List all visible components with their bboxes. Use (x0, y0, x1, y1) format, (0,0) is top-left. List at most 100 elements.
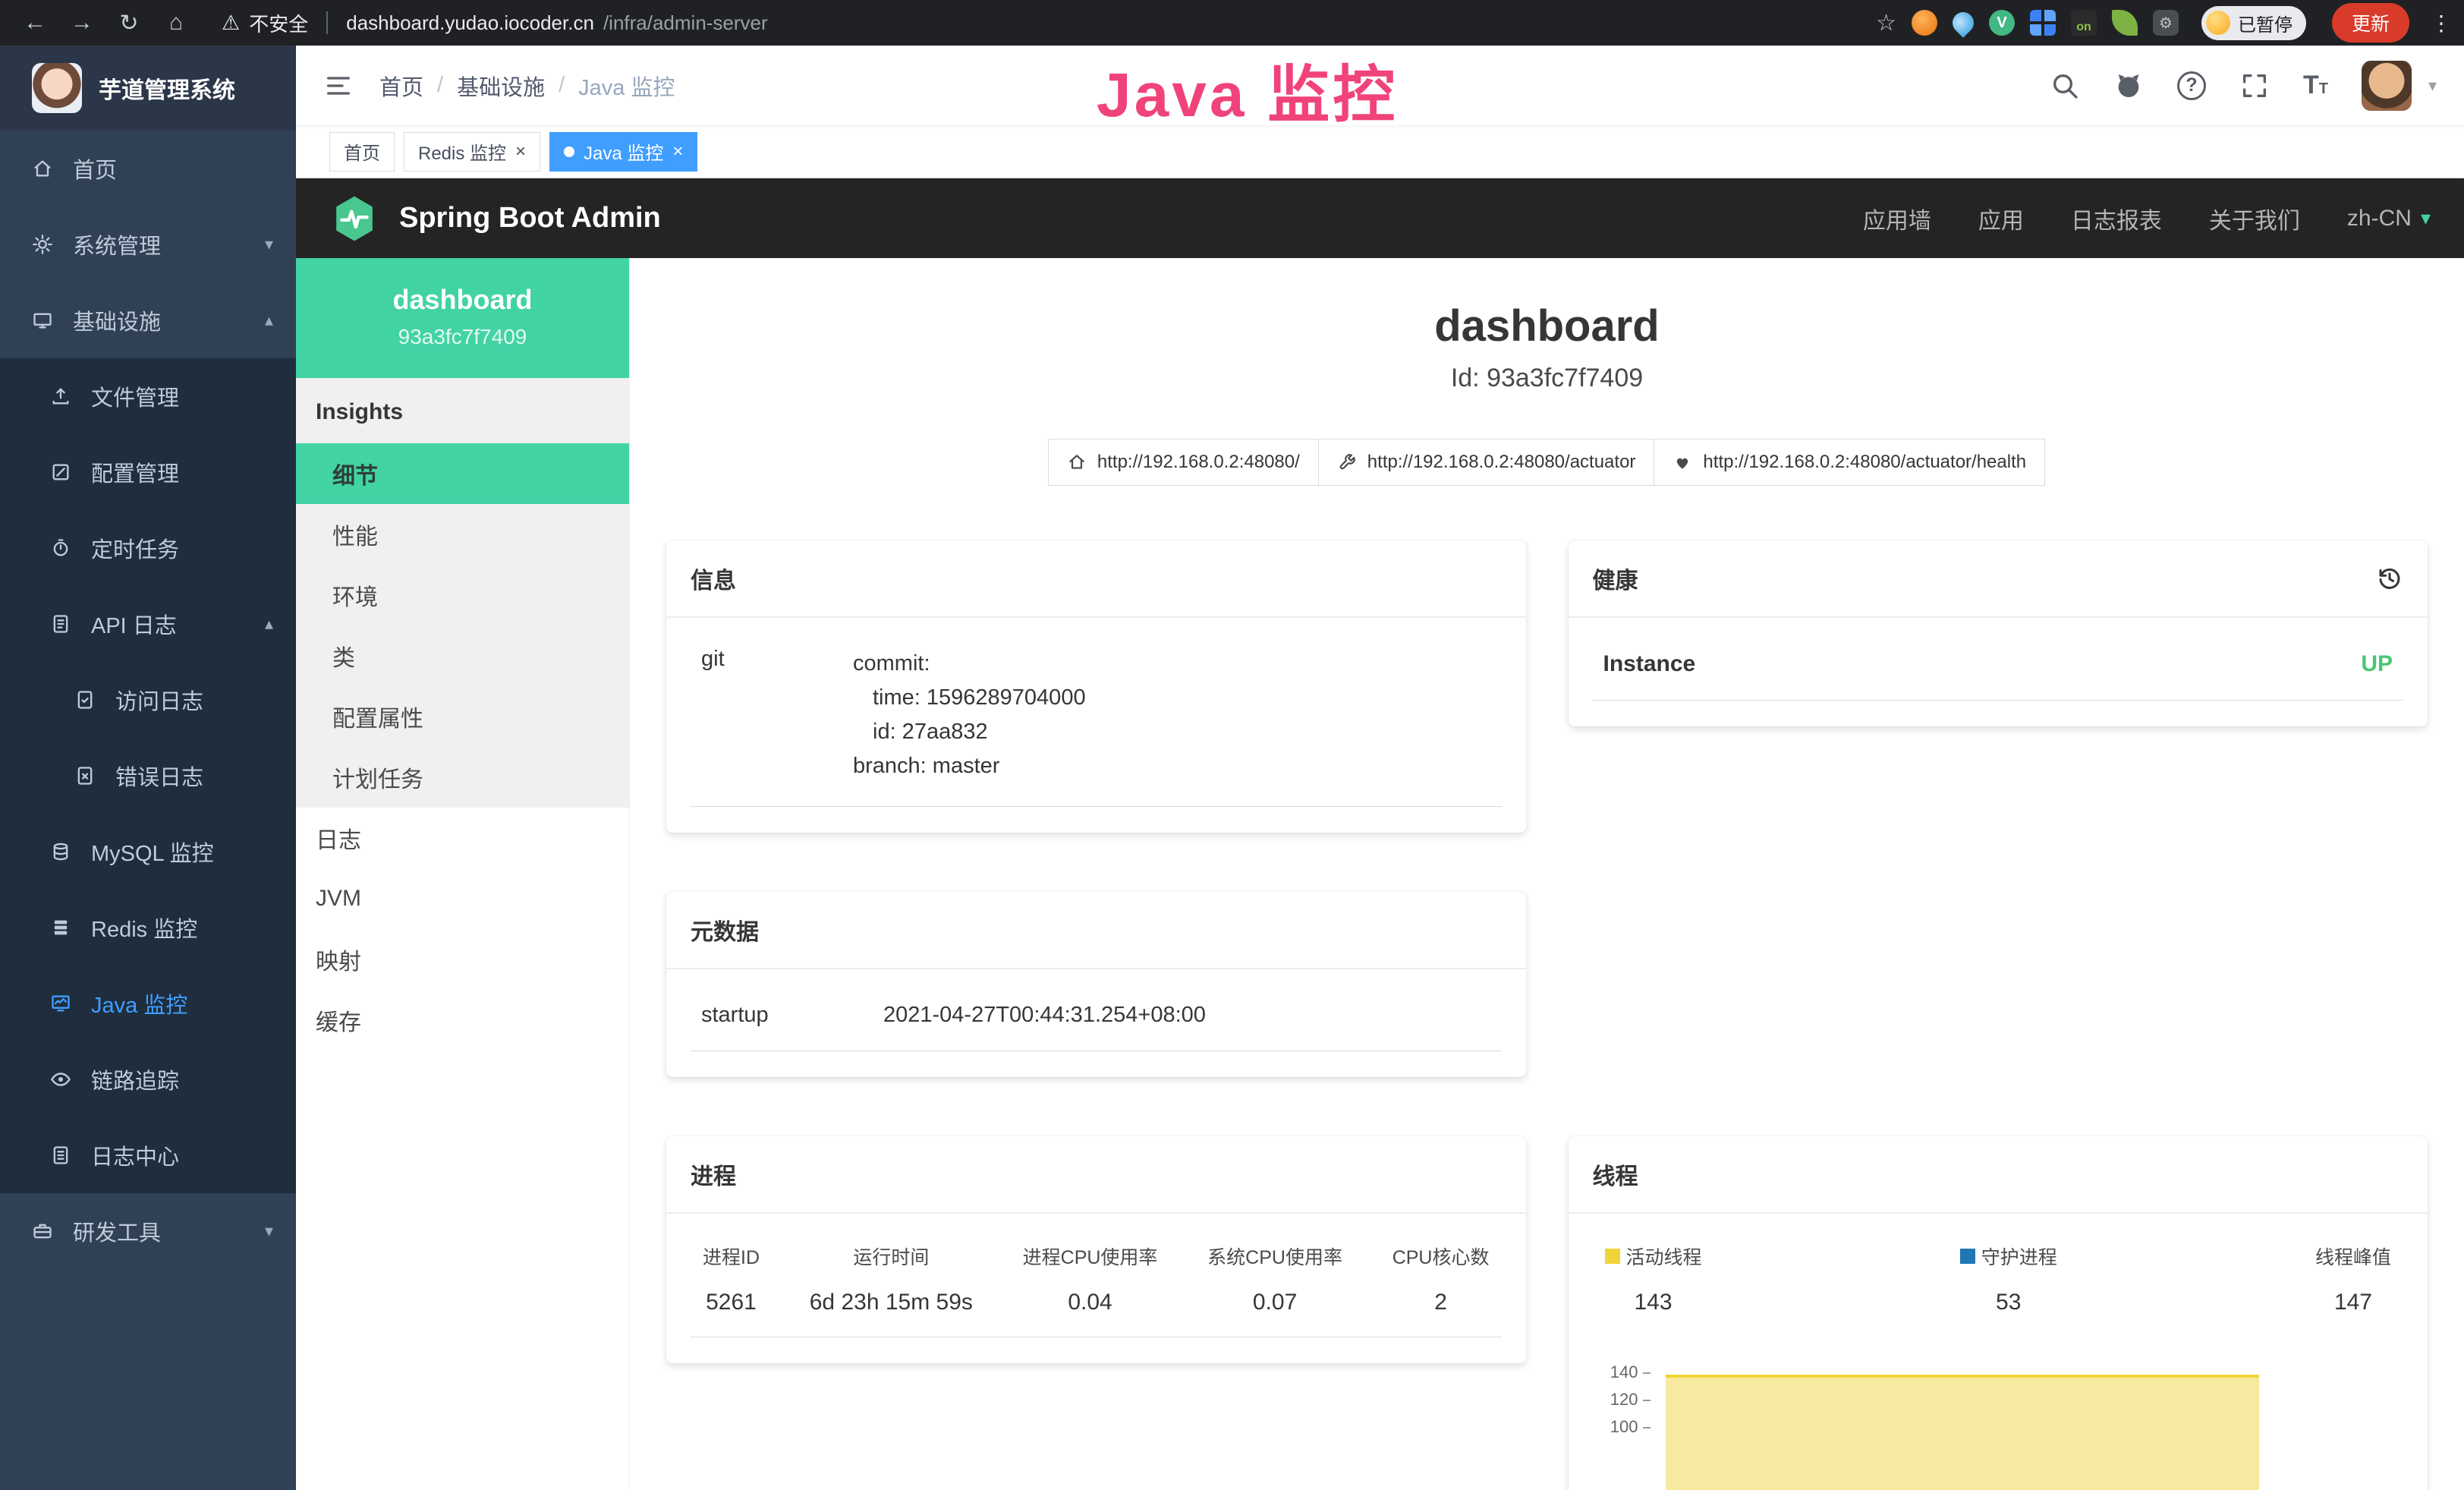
sba-item-config-props[interactable]: 配置属性 (296, 686, 629, 747)
sba-item-jvm[interactable]: JVM (296, 868, 629, 929)
address-bar[interactable]: ⚠ 不安全 dashboard.yudao.iocoder.cn/infra/a… (222, 9, 768, 37)
toolbox-icon (32, 1221, 53, 1242)
sidebar-item-tracing[interactable]: 链路追踪 (0, 1041, 296, 1117)
health-card: 健康 Instance UP (1569, 540, 2428, 726)
process-stat: CPU核心数 2 (1392, 1243, 1490, 1315)
back-button[interactable]: ← (15, 10, 55, 36)
help-icon[interactable]: ? (2177, 71, 2206, 100)
active-dot (564, 146, 574, 157)
extension-icon-drop[interactable] (1948, 8, 1978, 38)
sba-instance-block[interactable]: dashboard 93a3fc7f7409 (296, 258, 629, 378)
sba-locale-select[interactable]: zh-CN ▾ (2347, 206, 2431, 232)
paused-label: 已暂停 (2238, 10, 2292, 36)
sidebar-item-error-logs[interactable]: 错误日志 (0, 738, 296, 814)
font-size-icon[interactable]: TT (2303, 71, 2328, 100)
search-icon[interactable] (2050, 71, 2080, 101)
hamburger-menu-icon[interactable] (323, 71, 354, 101)
history-icon[interactable] (2376, 565, 2403, 592)
monitor-chart-icon (50, 993, 71, 1014)
tab-redis-monitor[interactable]: Redis 监控 × (404, 132, 540, 172)
info-card: 信息 git commit: time: 1596289704000 id: 2… (666, 540, 1526, 833)
extensions-cluster: ☆ V on ⚙ 已暂停 更新 ⋮ (1876, 3, 2449, 43)
tab-java-monitor[interactable]: Java 监控 × (549, 132, 697, 172)
info-git-value: commit: time: 1596289704000 id: 27aa832 … (853, 647, 1086, 783)
sidebar-item-dev-tools[interactable]: 研发工具 ▾ (0, 1193, 296, 1269)
user-caret-icon[interactable]: ▾ (2428, 76, 2437, 96)
reload-button[interactable]: ↻ (109, 10, 149, 36)
sidebar-item-home[interactable]: 首页 (0, 131, 296, 206)
sidebar-item-api-logs[interactable]: API 日志 ▴ (0, 586, 296, 662)
sidebar-item-java-monitor[interactable]: Java 监控 (0, 966, 296, 1041)
pink-annotation-text: Java 监控 (1097, 44, 1398, 134)
metadata-card: 元数据 startup 2021-04-27T00:44:31.254+08:0… (666, 892, 1526, 1077)
health-url-button[interactable]: http://192.168.0.2:48080/actuator/health (1654, 439, 2045, 486)
sba-item-metrics[interactable]: 性能 (296, 504, 629, 565)
profile-paused-badge[interactable]: 已暂停 (2201, 6, 2306, 40)
sba-nav-about[interactable]: 关于我们 (2209, 202, 2300, 235)
threads-card: 线程 活动线程 143 守护进程 53 (1569, 1136, 2428, 1490)
process-stat: 运行时间 6d 23h 15m 59s (810, 1243, 973, 1315)
sba-item-mappings[interactable]: 映射 (296, 929, 629, 990)
chrome-update-button[interactable]: 更新 (2332, 3, 2409, 43)
sidebar-item-mysql-monitor[interactable]: MySQL 监控 (0, 814, 296, 890)
sidebar-item-config-mgmt[interactable]: 配置管理 (0, 434, 296, 510)
heart-icon (1673, 452, 1692, 472)
extension-icon-proxy[interactable]: on (2071, 10, 2097, 36)
sba-item-details[interactable]: 细节 (296, 443, 629, 504)
sidebar-item-access-logs[interactable]: 访问日志 (0, 662, 296, 738)
sba-nav-applications[interactable]: 应用 (1978, 202, 2024, 235)
not-secure-warning-icon: ⚠ (222, 11, 240, 35)
sidebar-item-log-center[interactable]: 日志中心 (0, 1117, 296, 1193)
health-instance-row[interactable]: Instance UP (1593, 647, 2404, 701)
sba-sidebar: dashboard 93a3fc7f7409 Insights 细节 性能 环境… (296, 258, 630, 1490)
breadcrumb-infrastructure[interactable]: 基础设施 (457, 70, 545, 102)
sba-brand-title[interactable]: Spring Boot Admin (399, 202, 661, 235)
legend-daemon-swatch (1960, 1249, 1975, 1264)
fullscreen-icon[interactable] (2239, 71, 2270, 101)
log-document-icon (50, 1145, 71, 1166)
breadcrumb-home[interactable]: 首页 (379, 70, 423, 102)
extension-icon-orange[interactable] (1912, 10, 1937, 36)
process-stat: 系统CPU使用率 0.07 (1207, 1243, 1342, 1315)
sba-item-caches[interactable]: 缓存 (296, 990, 629, 1051)
browser-home-button[interactable]: ⌂ (156, 10, 196, 36)
breadcrumb: 首页 / 基础设施 / Java 监控 (379, 70, 675, 102)
database-icon (50, 841, 71, 862)
sidebar-item-system-mgmt[interactable]: 系统管理 ▾ (0, 206, 296, 282)
sidebar-item-file-mgmt[interactable]: 文件管理 (0, 358, 296, 434)
actuator-url-button[interactable]: http://192.168.0.2:48080/actuator (1318, 439, 1655, 486)
sba-nav-wallboard[interactable]: 应用墙 (1863, 202, 1931, 235)
sidebar-item-redis-monitor[interactable]: Redis 监控 (0, 890, 296, 966)
user-avatar[interactable] (2362, 61, 2412, 111)
github-icon[interactable] (2113, 71, 2144, 101)
process-stat: 进程CPU使用率 0.04 (1023, 1243, 1158, 1315)
health-card-body: Instance UP (1569, 618, 2428, 726)
wrench-icon (1337, 452, 1357, 472)
tab-home[interactable]: 首页 (329, 132, 395, 172)
sba-item-scheduled-tasks[interactable]: 计划任务 (296, 747, 629, 808)
sidebar-item-infrastructure[interactable]: 基础设施 ▴ (0, 282, 296, 358)
sba-item-logs[interactable]: 日志 (296, 808, 629, 868)
close-icon[interactable]: × (515, 143, 526, 161)
sidebar-item-scheduled-jobs[interactable]: 定时任务 (0, 510, 296, 586)
metadata-startup-row: startup 2021-04-27T00:44:31.254+08:00 (691, 998, 1502, 1051)
threads-legend-row: 活动线程 143 守护进程 53 线程峰值 147 (1593, 1243, 2404, 1337)
close-icon[interactable]: × (672, 143, 683, 161)
instance-subtitle: Id: 93a3fc7f7409 (666, 364, 2428, 393)
forward-button[interactable]: → (62, 10, 102, 36)
sba-nav-journal[interactable]: 日志报表 (2071, 202, 2162, 235)
sba-item-classes[interactable]: 类 (296, 625, 629, 686)
app-logo[interactable]: 芋道管理系统 (0, 46, 296, 131)
sba-item-environment[interactable]: 环境 (296, 565, 629, 625)
service-url-button[interactable]: http://192.168.0.2:48080/ (1048, 439, 1319, 486)
sba-insights-group: Insights 细节 性能 环境 类 配置属性 计划任务 (296, 378, 629, 808)
browser-menu-icon[interactable]: ⋮ (2431, 11, 2449, 36)
extension-icon-vue[interactable]: V (1989, 10, 2015, 36)
extensions-puzzle-icon[interactable]: ⚙ (2153, 10, 2179, 36)
bookmark-star-icon[interactable]: ☆ (1876, 10, 1896, 36)
home-icon (32, 158, 53, 179)
sba-instance-id: 93a3fc7f7409 (304, 325, 622, 349)
threads-legend-daemon: 守护进程 53 (1960, 1243, 2057, 1315)
extension-icon-grid[interactable] (2030, 10, 2056, 36)
extension-icon-leaf[interactable] (2112, 10, 2138, 36)
